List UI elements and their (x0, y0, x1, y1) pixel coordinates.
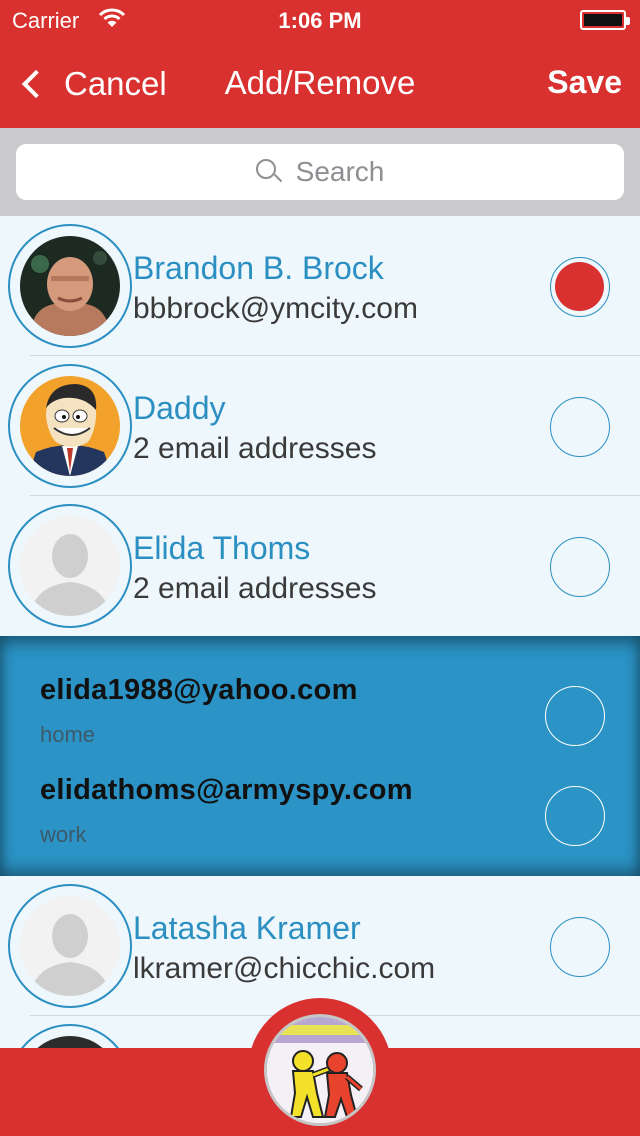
avatar (8, 224, 132, 348)
avatar (8, 884, 132, 1008)
search-placeholder: Search (295, 156, 385, 187)
email-label: work (40, 822, 87, 847)
select-radio[interactable] (550, 257, 610, 317)
cancel-button[interactable]: Cancel (14, 62, 167, 106)
contact-detail: bbbrock@ymcity.com (133, 292, 418, 325)
search-bar: Search (0, 128, 640, 216)
contact-detail: lkramer@chicchic.com (133, 952, 436, 985)
contact-detail: 2 email addresses (133, 572, 377, 605)
cancel-label: Cancel (64, 65, 167, 102)
header: Carrier 1:06 PM Cancel Add/Remove Save (0, 0, 640, 128)
avatar-photo (20, 376, 120, 476)
email-option-row[interactable]: elida1988@yahoo.com home (0, 636, 640, 747)
avatar (8, 504, 132, 628)
avatar (8, 364, 132, 488)
save-button[interactable]: Save (547, 64, 622, 101)
search-input[interactable]: Search (16, 144, 624, 200)
email-address: elida1988@yahoo.com (40, 674, 358, 706)
default-avatar-icon (20, 896, 120, 996)
email-options-panel: elida1988@yahoo.com home elidathoms@army… (0, 636, 640, 876)
contact-detail: 2 email addresses (133, 432, 377, 465)
status-time: 1:06 PM (278, 8, 362, 33)
email-address: elidathoms@armyspy.com (40, 774, 413, 806)
contact-name: Brandon B. Brock (133, 250, 384, 286)
search-icon (255, 159, 282, 185)
status-bar: Carrier 1:06 PM (0, 0, 640, 40)
select-radio[interactable] (550, 917, 610, 977)
navigation-bar: Cancel Add/Remove Save (0, 40, 640, 128)
battery-icon (580, 10, 630, 30)
contact-list: Brandon B. Brock bbbrock@ymcity.com Dadd… (0, 216, 640, 1136)
contact-row[interactable]: Brandon B. Brock bbbrock@ymcity.com (0, 216, 640, 356)
contact-name: Daddy (133, 390, 226, 426)
avatar-photo (20, 236, 120, 336)
chevron-left-icon (21, 69, 51, 99)
group-logo-icon (264, 1014, 376, 1126)
contact-row[interactable]: Daddy 2 email addresses (0, 356, 640, 496)
select-radio[interactable] (550, 397, 610, 457)
select-radio[interactable] (550, 537, 610, 597)
default-avatar-icon (20, 516, 120, 616)
contact-name: Latasha Kramer (133, 910, 361, 946)
contact-row[interactable]: Elida Thoms 2 email addresses (0, 496, 640, 636)
contact-name: Elida Thoms (133, 530, 311, 566)
group-badge-button[interactable] (248, 998, 392, 1136)
selected-dot (555, 262, 604, 311)
select-radio[interactable] (545, 786, 605, 846)
email-option-row[interactable]: elidathoms@armyspy.com work (0, 736, 640, 847)
contact-row[interactable]: Latasha Kramer lkramer@chicchic.com (0, 876, 640, 1016)
